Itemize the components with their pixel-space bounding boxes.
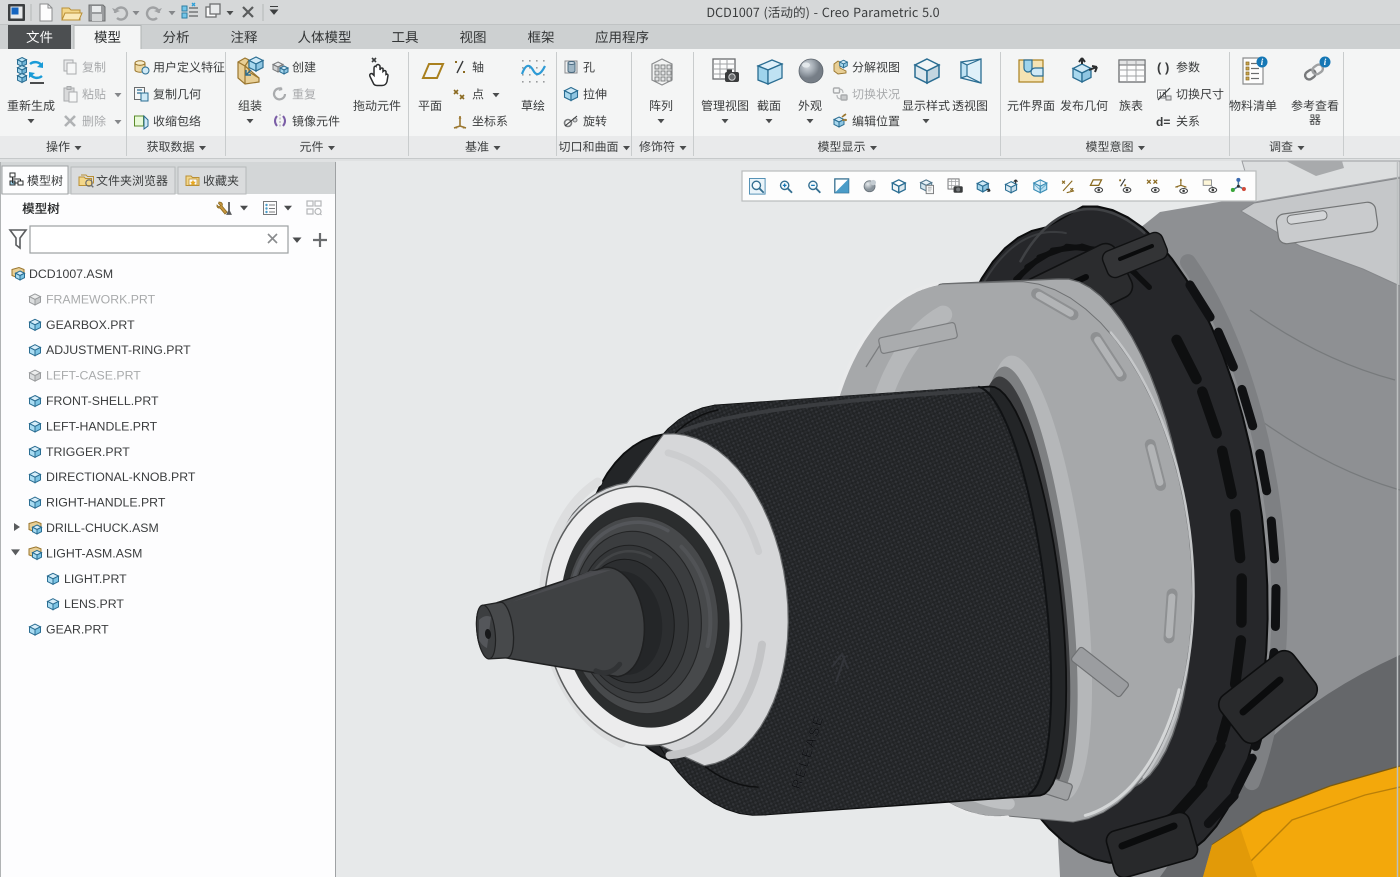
svg-text:LIGHT-ASM.ASM: LIGHT-ASM.ASM [46,546,142,560]
svg-text:TRIGGER.PRT: TRIGGER.PRT [46,445,130,459]
svg-text:LIGHT.PRT: LIGHT.PRT [64,572,127,586]
svg-text:RIGHT-HANDLE.PRT: RIGHT-HANDLE.PRT [46,496,166,510]
svg-text:GEAR.PRT: GEAR.PRT [46,623,109,637]
svg-text:d=: d= [1156,115,1170,129]
svg-text:LEFT-HANDLE.PRT: LEFT-HANDLE.PRT [46,419,158,433]
svg-text:LENS.PRT: LENS.PRT [64,597,124,611]
svg-text:ADJUSTMENT-RING.PRT: ADJUSTMENT-RING.PRT [46,343,191,357]
svg-text:FRONT-SHELL.PRT: FRONT-SHELL.PRT [46,394,159,408]
svg-text:LEFT-CASE.PRT: LEFT-CASE.PRT [46,369,141,383]
svg-text:DIRECTIONAL-KNOB.PRT: DIRECTIONAL-KNOB.PRT [46,470,196,484]
svg-text:GEARBOX.PRT: GEARBOX.PRT [46,318,135,332]
svg-text:DCD1007.ASM: DCD1007.ASM [29,267,113,281]
svg-text:( ): ( ) [1157,60,1169,75]
svg-text:DRILL-CHUCK.ASM: DRILL-CHUCK.ASM [46,521,159,535]
svg-text:FRAMEWORK.PRT: FRAMEWORK.PRT [46,292,156,306]
